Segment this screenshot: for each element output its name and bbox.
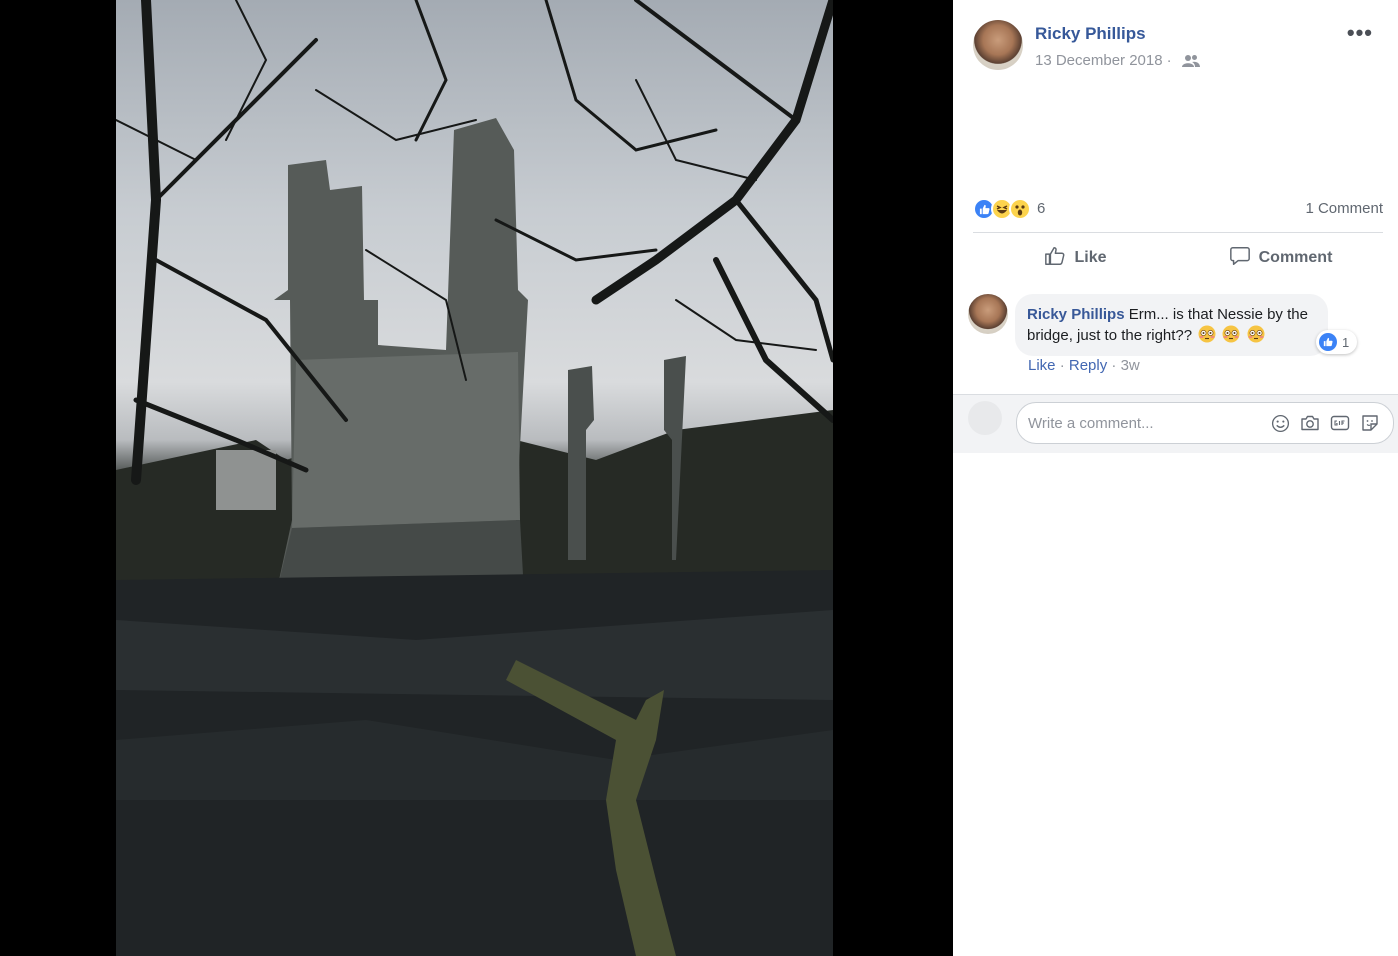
- like-reaction-icon: [1319, 333, 1337, 351]
- more-options-icon[interactable]: •••: [1347, 22, 1373, 44]
- comment-button-label: Comment: [1258, 249, 1333, 266]
- post-photo[interactable]: [116, 0, 833, 956]
- comment-bubble-icon: [1229, 245, 1251, 272]
- flushed-face-emoji-icon: [1198, 325, 1216, 343]
- author-avatar[interactable]: [973, 20, 1023, 70]
- comment-count-link[interactable]: 1 Comment: [1305, 200, 1383, 217]
- meta-separator: ·: [1166, 52, 1172, 69]
- comment-actions: Like · Reply · 3w: [1028, 357, 1140, 374]
- camera-icon[interactable]: [1299, 412, 1321, 434]
- comment-reaction-badge[interactable]: 1: [1316, 330, 1358, 354]
- post-meta: 13 December 2018 ·: [1035, 52, 1200, 69]
- comment-action-separator: ·: [1111, 357, 1117, 374]
- reactions-summary: 6 1 Comment: [973, 197, 1383, 221]
- post-actions: Like Comment: [973, 233, 1383, 283]
- sticker-icon[interactable]: [1359, 412, 1381, 434]
- like-button-label: Like: [1074, 249, 1107, 266]
- flushed-face-emoji-icon: [1247, 325, 1265, 343]
- post-sidebar: Ricky Phillips 13 December 2018 · ••• 6 …: [953, 0, 1398, 956]
- like-button[interactable]: Like: [973, 233, 1178, 283]
- reaction-icons[interactable]: [973, 198, 1031, 220]
- comment-like-link[interactable]: Like: [1028, 357, 1056, 374]
- comment-reply-link[interactable]: Reply: [1069, 357, 1107, 374]
- comment-action-separator: ·: [1059, 357, 1065, 374]
- post-header: Ricky Phillips 13 December 2018 · •••: [973, 20, 1383, 72]
- wow-reaction-icon: [1009, 198, 1031, 220]
- emoji-icon[interactable]: [1269, 412, 1291, 434]
- photo-viewer: [0, 0, 953, 956]
- composer-avatar: [968, 401, 1002, 435]
- comment-timestamp[interactable]: 3w: [1121, 357, 1140, 374]
- commenter-avatar[interactable]: [968, 294, 1008, 334]
- composer-icons: [1269, 412, 1381, 434]
- comment-bubble: Ricky Phillips Erm... is that Nessie by …: [1015, 294, 1328, 356]
- comment-reaction-count: 1: [1342, 334, 1350, 350]
- friends-icon[interactable]: [1181, 54, 1200, 68]
- flushed-face-emoji-icon: [1222, 325, 1240, 343]
- comment-author[interactable]: Ricky Phillips: [1027, 306, 1125, 323]
- gif-icon[interactable]: [1329, 412, 1351, 434]
- photo-river-bridge-ruins: [116, 0, 833, 956]
- thumbs-up-icon: [1044, 245, 1066, 272]
- comment-button[interactable]: Comment: [1178, 233, 1383, 283]
- post-date[interactable]: 13 December 2018: [1035, 52, 1163, 69]
- author-name[interactable]: Ricky Phillips: [1035, 24, 1146, 44]
- reaction-count[interactable]: 6: [1037, 200, 1045, 217]
